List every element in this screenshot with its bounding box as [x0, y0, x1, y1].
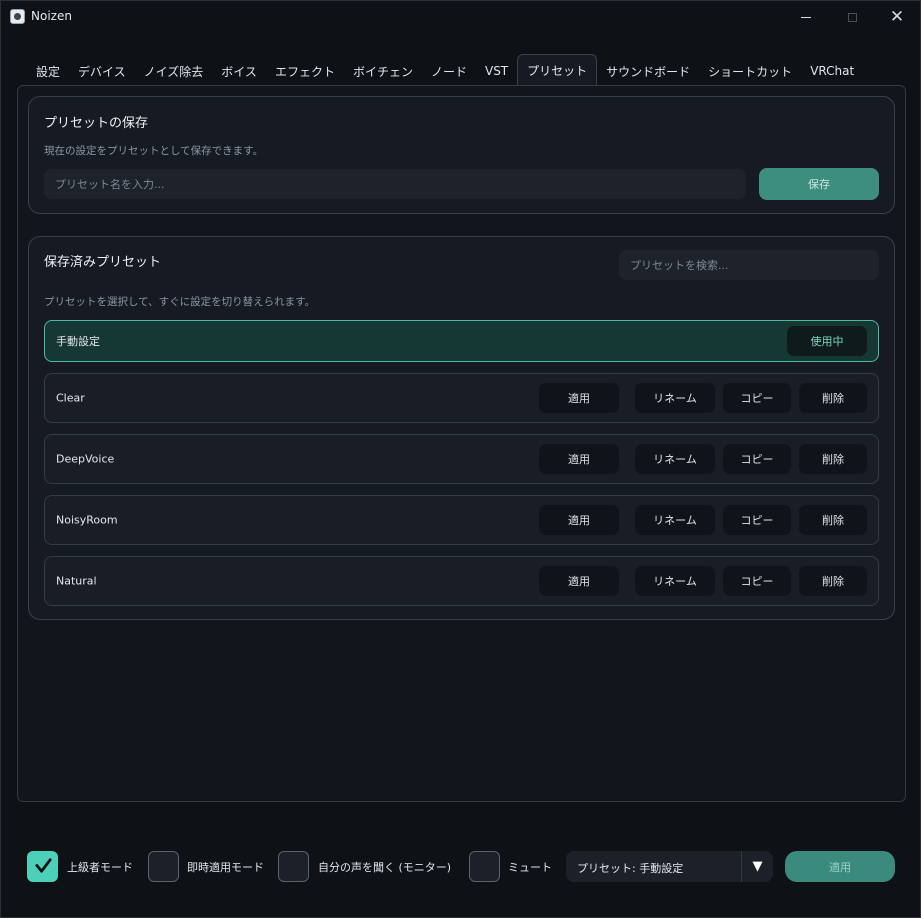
- rename-preset-button[interactable]: リネーム: [635, 566, 715, 596]
- monitor-label: 自分の声を聞く (モニター): [318, 861, 452, 874]
- tab-vst[interactable]: VST: [476, 56, 517, 86]
- app-logo-icon: [10, 9, 25, 24]
- delete-preset-button[interactable]: 削除: [799, 505, 867, 535]
- preset-select[interactable]: プリセット: 手動設定 ▼: [566, 851, 773, 882]
- close-button[interactable]: ✕: [874, 1, 920, 33]
- checkmark-icon: [35, 858, 52, 873]
- maximize-icon: [847, 12, 857, 22]
- dropdown-arrow-icon[interactable]: ▼: [741, 851, 773, 882]
- preset-search-input[interactable]: [619, 250, 879, 280]
- monitor-checkbox[interactable]: [278, 851, 309, 882]
- maximize-button[interactable]: [829, 1, 875, 33]
- presets-panel: プリセットの保存 現在の設定をプリセットとして保存できます。 保存 保存済みプリ…: [17, 85, 906, 802]
- mute-label: ミュート: [508, 861, 552, 874]
- preset-row[interactable]: NoisyRoom 適用 リネーム コピー 削除: [44, 495, 879, 545]
- apply-preset-button[interactable]: 適用: [539, 444, 619, 474]
- tab-shortcuts[interactable]: ショートカット: [699, 56, 801, 86]
- delete-preset-button[interactable]: 削除: [799, 383, 867, 413]
- rename-preset-button[interactable]: リネーム: [635, 383, 715, 413]
- delete-preset-button[interactable]: 削除: [799, 566, 867, 596]
- instant-apply-label: 即時適用モード: [187, 861, 264, 874]
- tab-voice-changer[interactable]: ボイチェン: [344, 56, 422, 86]
- preset-select-value: プリセット: 手動設定: [577, 862, 684, 875]
- saved-presets-description: プリセットを選択して、すぐに設定を切り替えられます。: [44, 296, 316, 308]
- advanced-mode-checkbox[interactable]: [27, 851, 58, 882]
- window-title: Noizen: [31, 9, 72, 23]
- tab-bar: 設定 デバイス ノイズ除去 ボイス エフェクト ボイチェン ノード VST プリ…: [27, 54, 863, 86]
- preset-name: Clear: [56, 391, 85, 405]
- apply-preset-button[interactable]: 適用: [539, 383, 619, 413]
- close-icon: ✕: [889, 7, 905, 27]
- tab-devices[interactable]: デバイス: [69, 56, 135, 86]
- copy-preset-button[interactable]: コピー: [723, 383, 791, 413]
- copy-preset-button[interactable]: コピー: [723, 444, 791, 474]
- minimize-button[interactable]: [783, 1, 829, 33]
- instant-apply-checkbox[interactable]: [148, 851, 179, 882]
- minimize-icon: [801, 16, 811, 18]
- preset-name: NoisyRoom: [56, 513, 118, 527]
- preset-name: 手動設定: [56, 335, 100, 348]
- save-preset-description: 現在の設定をプリセットとして保存できます。: [44, 145, 264, 157]
- preset-row[interactable]: Natural 適用 リネーム コピー 削除: [44, 556, 879, 606]
- preset-name: DeepVoice: [56, 452, 115, 466]
- tab-nodes[interactable]: ノード: [422, 56, 476, 86]
- advanced-mode-label: 上級者モード: [67, 861, 133, 874]
- rename-preset-button[interactable]: リネーム: [635, 505, 715, 535]
- apply-preset-button[interactable]: 適用: [539, 566, 619, 596]
- bottom-bar: 上級者モード 即時適用モード 自分の声を聞く (モニター) ミュート プリセット…: [1, 841, 920, 891]
- tab-voice[interactable]: ボイス: [212, 56, 266, 86]
- copy-preset-button[interactable]: コピー: [723, 566, 791, 596]
- preset-name: Natural: [56, 574, 97, 588]
- tab-settings[interactable]: 設定: [27, 56, 69, 86]
- mute-checkbox[interactable]: [469, 851, 500, 882]
- tab-vrchat[interactable]: VRChat: [801, 56, 863, 86]
- preset-row[interactable]: Clear 適用 リネーム コピー 削除: [44, 373, 879, 423]
- save-preset-card: プリセットの保存 現在の設定をプリセットとして保存できます。 保存: [28, 96, 895, 214]
- apply-button[interactable]: 適用: [785, 851, 895, 882]
- preset-row[interactable]: DeepVoice 適用 リネーム コピー 削除: [44, 434, 879, 484]
- apply-preset-button[interactable]: 適用: [539, 505, 619, 535]
- copy-preset-button[interactable]: コピー: [723, 505, 791, 535]
- preset-row-active[interactable]: 手動設定 使用中: [44, 320, 879, 362]
- tab-presets[interactable]: プリセット: [517, 54, 598, 86]
- tab-noise-removal[interactable]: ノイズ除去: [135, 56, 213, 86]
- saved-presets-title: 保存済みプリセット: [44, 255, 162, 270]
- save-preset-title: プリセットの保存: [44, 116, 149, 131]
- rename-preset-button[interactable]: リネーム: [635, 444, 715, 474]
- delete-preset-button[interactable]: 削除: [799, 444, 867, 474]
- tab-soundboard[interactable]: サウンドボード: [597, 56, 699, 86]
- app-window: Noizen ✕ 設定 デバイス ノイズ除去 ボイス エフェクト ボイチェン ノ…: [0, 0, 921, 918]
- save-preset-button[interactable]: 保存: [759, 168, 879, 200]
- in-use-badge: 使用中: [787, 326, 867, 356]
- tab-effects[interactable]: エフェクト: [266, 56, 344, 86]
- saved-presets-card: 保存済みプリセット プリセットを選択して、すぐに設定を切り替えられます。 手動設…: [28, 236, 895, 620]
- title-bar: Noizen ✕: [1, 1, 920, 33]
- preset-name-input[interactable]: [44, 169, 746, 199]
